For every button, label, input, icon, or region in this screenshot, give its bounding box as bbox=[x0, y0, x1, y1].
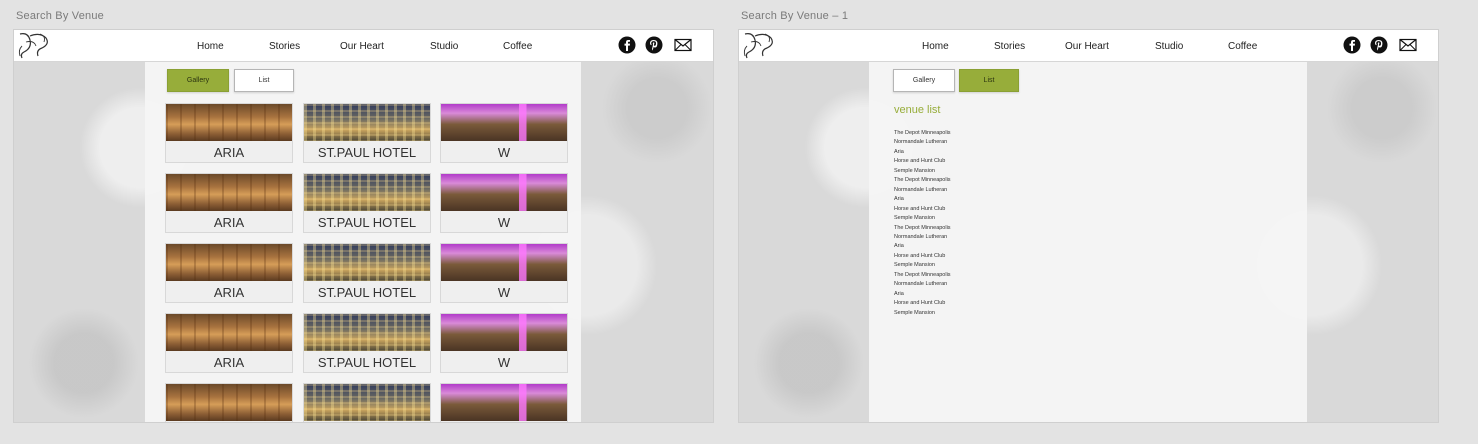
navbar: Home Stories Our Heart Studio Coffee bbox=[739, 30, 1438, 62]
list-tab-button[interactable]: List bbox=[959, 69, 1019, 92]
venue-list-item[interactable]: Aria bbox=[894, 290, 951, 299]
venue-card-aria[interactable]: ARIA bbox=[165, 313, 293, 373]
venue-card-aria[interactable] bbox=[165, 383, 293, 422]
venue-list: The Depot Minneapolis Normandale Luthera… bbox=[894, 129, 951, 318]
venue-photo bbox=[304, 244, 430, 281]
venue-photo bbox=[166, 384, 292, 421]
venue-card-st-paul-hotel[interactable]: ST.PAUL HOTEL bbox=[303, 243, 431, 303]
venue-card-aria[interactable]: ARIA bbox=[165, 173, 293, 233]
venue-list-title: venue list bbox=[894, 104, 941, 116]
venue-list-item[interactable]: Semple Mansion bbox=[894, 214, 951, 223]
venue-list-item[interactable]: Horse and Hunt Club bbox=[894, 252, 951, 261]
venue-list-item[interactable]: Semple Mansion bbox=[894, 261, 951, 270]
venue-name: ST.PAUL HOTEL bbox=[304, 351, 430, 372]
gallery-tab-button[interactable]: Gallery bbox=[893, 69, 955, 92]
venue-photo bbox=[441, 384, 567, 421]
venue-list-item[interactable]: Semple Mansion bbox=[894, 167, 951, 176]
nav-coffee[interactable]: Coffee bbox=[503, 41, 532, 52]
venue-name: ST.PAUL HOTEL bbox=[304, 141, 430, 162]
venue-name: ST.PAUL HOTEL bbox=[304, 281, 430, 302]
venue-name: W bbox=[441, 281, 567, 302]
pinterest-icon[interactable] bbox=[1370, 36, 1388, 54]
venue-list-item[interactable]: Semple Mansion bbox=[894, 309, 951, 318]
artboard-list-view: Home Stories Our Heart Studio Coffee Gal… bbox=[738, 29, 1439, 423]
venue-list-item[interactable]: Normandale Lutheran bbox=[894, 186, 951, 195]
gallery-tab-button[interactable]: Gallery bbox=[167, 69, 229, 92]
venue-card-st-paul-hotel[interactable]: ST.PAUL HOTEL bbox=[303, 103, 431, 163]
venue-card-aria[interactable]: ARIA bbox=[165, 243, 293, 303]
content-panel: Gallery List ARIA ST.PAUL HOTEL W ARIA S… bbox=[145, 62, 581, 422]
nav-coffee[interactable]: Coffee bbox=[1228, 41, 1257, 52]
venue-photo bbox=[166, 174, 292, 211]
venue-photo bbox=[304, 174, 430, 211]
venue-list-item[interactable]: Normandale Lutheran bbox=[894, 233, 951, 242]
venue-name bbox=[441, 421, 567, 422]
venue-name: ARIA bbox=[166, 141, 292, 162]
venue-list-item[interactable]: Normandale Lutheran bbox=[894, 280, 951, 289]
venue-list-item[interactable]: The Depot Minneapolis bbox=[894, 129, 951, 138]
venue-photo bbox=[304, 104, 430, 141]
venue-list-item[interactable]: Aria bbox=[894, 195, 951, 204]
venue-list-item[interactable]: The Depot Minneapolis bbox=[894, 271, 951, 280]
nav-stories[interactable]: Stories bbox=[994, 41, 1025, 52]
venue-card-w[interactable]: W bbox=[440, 103, 568, 163]
venue-photo bbox=[304, 384, 430, 421]
artboard-label: Search By Venue – 1 bbox=[741, 10, 849, 22]
venue-card-st-paul-hotel[interactable]: ST.PAUL HOTEL bbox=[303, 173, 431, 233]
venue-list-item[interactable]: Aria bbox=[894, 148, 951, 157]
venue-card-st-paul-hotel[interactable] bbox=[303, 383, 431, 422]
artboard-label: Search By Venue bbox=[16, 10, 105, 22]
venue-card-w[interactable]: W bbox=[440, 173, 568, 233]
venue-photo bbox=[166, 314, 292, 351]
venue-card-w[interactable]: W bbox=[440, 243, 568, 303]
venue-list-item[interactable]: The Depot Minneapolis bbox=[894, 176, 951, 185]
venue-card-aria[interactable]: ARIA bbox=[165, 103, 293, 163]
venue-name: ST.PAUL HOTEL bbox=[304, 211, 430, 232]
venue-name: W bbox=[441, 211, 567, 232]
nav-links: Home Stories Our Heart Studio Coffee bbox=[14, 30, 713, 62]
venue-list-item[interactable]: Horse and Hunt Club bbox=[894, 157, 951, 166]
nav-studio[interactable]: Studio bbox=[1155, 41, 1183, 52]
navbar: Home Stories Our Heart Studio Coffee bbox=[14, 30, 713, 62]
nav-stories[interactable]: Stories bbox=[269, 41, 300, 52]
venue-name bbox=[166, 421, 292, 422]
nav-links: Home Stories Our Heart Studio Coffee bbox=[739, 30, 1438, 62]
venue-list-item[interactable]: Horse and Hunt Club bbox=[894, 205, 951, 214]
venue-list-item[interactable]: Normandale Lutheran bbox=[894, 138, 951, 147]
venue-card-st-paul-hotel[interactable]: ST.PAUL HOTEL bbox=[303, 313, 431, 373]
artboard-gallery-view: Home Stories Our Heart Studio Coffee Gal… bbox=[13, 29, 714, 423]
venue-photo bbox=[441, 244, 567, 281]
facebook-icon[interactable] bbox=[618, 36, 636, 54]
venue-name: ARIA bbox=[166, 281, 292, 302]
nav-our-heart[interactable]: Our Heart bbox=[340, 41, 384, 52]
venue-list-item[interactable]: The Depot Minneapolis bbox=[894, 224, 951, 233]
nav-home[interactable]: Home bbox=[922, 41, 949, 52]
venue-photo bbox=[441, 314, 567, 351]
list-tab-button[interactable]: List bbox=[234, 69, 294, 92]
venue-card-w[interactable]: W bbox=[440, 313, 568, 373]
nav-our-heart[interactable]: Our Heart bbox=[1065, 41, 1109, 52]
venue-name: W bbox=[441, 351, 567, 372]
venue-name: ARIA bbox=[166, 211, 292, 232]
venue-photo bbox=[166, 244, 292, 281]
venue-name bbox=[304, 421, 430, 422]
content-panel: Gallery List venue list The Depot Minnea… bbox=[869, 62, 1307, 422]
email-icon[interactable] bbox=[674, 36, 692, 54]
nav-studio[interactable]: Studio bbox=[430, 41, 458, 52]
venue-card-w[interactable] bbox=[440, 383, 568, 422]
venue-list-item[interactable]: Aria bbox=[894, 242, 951, 251]
venue-photo bbox=[166, 104, 292, 141]
venue-photo bbox=[304, 314, 430, 351]
venue-name: ARIA bbox=[166, 351, 292, 372]
venue-photo bbox=[441, 104, 567, 141]
nav-home[interactable]: Home bbox=[197, 41, 224, 52]
facebook-icon[interactable] bbox=[1343, 36, 1361, 54]
email-icon[interactable] bbox=[1399, 36, 1417, 54]
venue-name: W bbox=[441, 141, 567, 162]
venue-list-item[interactable]: Horse and Hunt Club bbox=[894, 299, 951, 308]
pinterest-icon[interactable] bbox=[645, 36, 663, 54]
venue-photo bbox=[441, 174, 567, 211]
